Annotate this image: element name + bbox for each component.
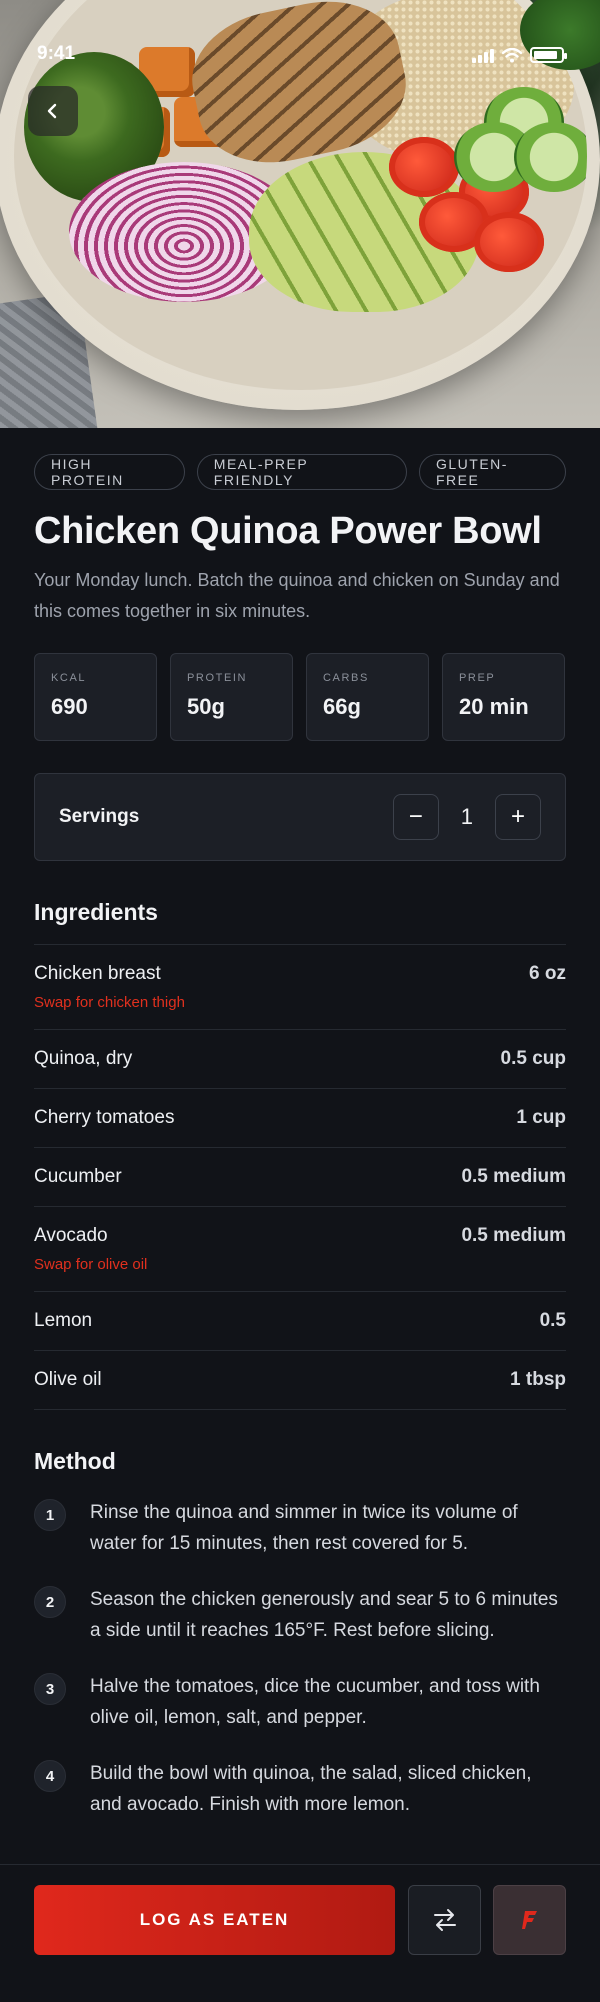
method-step: 2 Season the chicken generously and sear… — [34, 1584, 566, 1646]
method-list: 1 Rinse the quinoa and simmer in twice i… — [34, 1497, 566, 1820]
tomato — [474, 212, 544, 272]
decrease-servings-button[interactable]: − — [392, 794, 439, 840]
ingredient-name: Cherry tomatoes — [34, 1107, 175, 1128]
ingredient-qty: 6 oz — [529, 963, 566, 984]
swap-meal-button[interactable] — [408, 1885, 481, 1955]
stat-label: KCAL — [51, 672, 87, 684]
step-text: Halve the tomatoes, dice the cucumber, a… — [90, 1676, 540, 1728]
step-number: 2 — [34, 1586, 66, 1618]
status-icons — [472, 47, 567, 63]
ingredient-swap-link[interactable]: Swap for chicken thigh — [34, 994, 566, 1011]
stat-kcal: KCAL 690 — [34, 653, 157, 741]
favorite-button[interactable] — [493, 1885, 566, 1955]
stat-value: 20 min — [459, 694, 529, 719]
stat-value: 66g — [323, 694, 361, 719]
stat-value: 50g — [187, 694, 225, 719]
flame-icon — [521, 1911, 537, 1929]
ingredient-row: Chicken breast 6 oz Swap for chicken thi… — [34, 945, 566, 1030]
ingredient-row: Avocado 0.5 medium Swap for olive oil — [34, 1207, 566, 1292]
step-number: 1 — [34, 1499, 66, 1531]
servings-card: Servings − 1 + — [34, 773, 566, 861]
step-text: Season the chicken generously and sear 5… — [90, 1589, 558, 1641]
back-button[interactable] — [28, 86, 78, 136]
servings-label: Servings — [59, 806, 140, 827]
ingredient-qty: 0.5 medium — [461, 1166, 566, 1187]
step-number: 4 — [34, 1760, 66, 1792]
hero-image: 9:41 — [0, 0, 600, 428]
ingredient-name: Lemon — [34, 1310, 93, 1331]
ingredient-name: Chicken breast — [34, 963, 161, 984]
battery-icon — [530, 47, 567, 63]
method-step: 1 Rinse the quinoa and simmer in twice i… — [34, 1497, 566, 1559]
status-bar: 9:41 — [0, 0, 600, 64]
bottom-action-bar: LOG AS EATEN — [0, 1864, 600, 2002]
servings-stepper: − 1 + — [392, 794, 541, 840]
ingredient-row: Quinoa, dry 0.5 cup — [34, 1030, 566, 1089]
recipe-content: HIGH PROTEIN MEAL-PREP FRIENDLY GLUTEN-F… — [34, 428, 566, 1845]
signal-icon — [472, 49, 494, 63]
stat-label: PROTEIN — [187, 672, 248, 684]
recipe-title: Chicken Quinoa Power Bowl — [34, 510, 542, 552]
ingredient-name: Avocado — [34, 1225, 108, 1246]
step-text: Build the bowl with quinoa, the salad, s… — [90, 1763, 532, 1815]
tag-meal-prep: MEAL-PREP FRIENDLY — [196, 454, 407, 490]
status-time: 9:41 — [37, 43, 76, 64]
nutrition-stats: KCAL 690 PROTEIN 50g CARBS 66g PREP 20 m… — [34, 653, 566, 741]
ingredient-qty: 0.5 — [539, 1310, 566, 1331]
ingredients-heading: Ingredients — [34, 899, 158, 925]
ingredient-name: Olive oil — [34, 1369, 102, 1390]
ingredient-list: Chicken breast 6 oz Swap for chicken thi… — [34, 944, 566, 1410]
ingredient-row: Cherry tomatoes 1 cup — [34, 1089, 566, 1148]
ingredient-row: Cucumber 0.5 medium — [34, 1148, 566, 1207]
step-number: 3 — [34, 1673, 66, 1705]
method-step: 3 Halve the tomatoes, dice the cucumber,… — [34, 1671, 566, 1733]
ingredient-qty: 1 tbsp — [510, 1369, 566, 1390]
ingredient-name: Quinoa, dry — [34, 1048, 133, 1069]
ingredient-name: Cucumber — [34, 1166, 122, 1187]
method-step: 4 Build the bowl with quinoa, the salad,… — [34, 1758, 566, 1820]
ingredient-qty: 1 cup — [516, 1107, 566, 1128]
chevron-left-icon — [47, 103, 57, 119]
ingredient-row: Lemon 0.5 — [34, 1292, 566, 1351]
method-heading: Method — [34, 1448, 116, 1474]
tomato — [389, 137, 459, 197]
tag-list: HIGH PROTEIN MEAL-PREP FRIENDLY GLUTEN-F… — [34, 454, 566, 490]
swap-arrows-icon — [433, 1909, 456, 1931]
stat-prep: PREP 20 min — [442, 653, 565, 741]
stat-label: CARBS — [323, 672, 369, 684]
log-as-eaten-button[interactable]: LOG AS EATEN — [34, 1885, 395, 1955]
stat-value: 690 — [51, 694, 88, 719]
wifi-icon — [502, 48, 522, 63]
cucumber-slice — [514, 122, 587, 192]
servings-value: 1 — [460, 804, 473, 829]
tag-gluten-free: GLUTEN-FREE — [418, 454, 566, 490]
stat-protein: PROTEIN 50g — [170, 653, 293, 741]
increase-servings-button[interactable]: + — [495, 794, 541, 840]
ingredient-row: Olive oil 1 tbsp — [34, 1351, 566, 1410]
recipe-description: Your Monday lunch. Batch the quinoa and … — [34, 570, 560, 621]
stat-carbs: CARBS 66g — [306, 653, 429, 741]
stat-label: PREP — [459, 672, 496, 684]
tag-high-protein: HIGH PROTEIN — [34, 454, 185, 490]
step-text: Rinse the quinoa and simmer in twice its… — [90, 1502, 518, 1554]
ingredient-qty: 0.5 medium — [461, 1225, 566, 1246]
ingredient-qty: 0.5 cup — [500, 1048, 566, 1069]
ingredient-swap-link[interactable]: Swap for olive oil — [34, 1256, 566, 1273]
